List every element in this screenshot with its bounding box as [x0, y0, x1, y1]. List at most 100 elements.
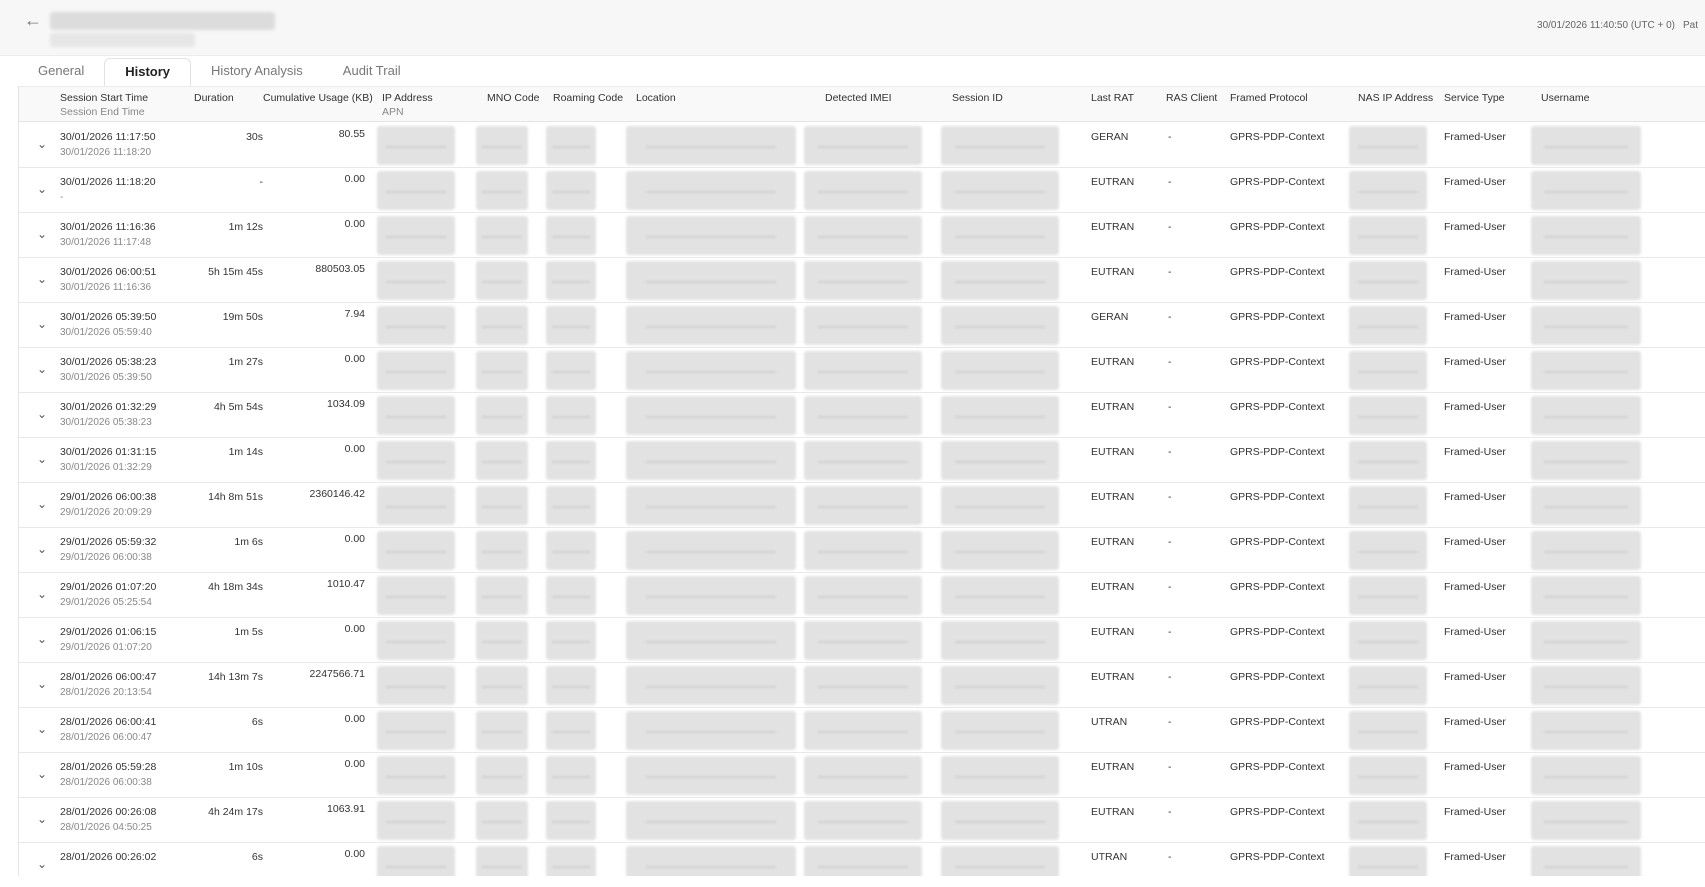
chevron-down-icon[interactable]: ⌄ [35, 632, 49, 646]
col-mno[interactable]: MNO Code [487, 92, 540, 104]
redacted-ip [377, 261, 455, 300]
table-row[interactable]: ⌄ 29/01/2026 06:00:38 29/01/2026 20:09:29 1… [19, 483, 1705, 528]
col-apn: APN [382, 106, 404, 118]
redacted-imei [804, 126, 922, 165]
table-row[interactable]: ⌄ 28/01/2026 00:26:02 6s 0.00 UTRAN - GPRS-PDP… [19, 843, 1705, 876]
cell-ras-client: - [1168, 806, 1172, 818]
cell-last-rat: GERAN [1091, 311, 1129, 323]
col-session-id[interactable]: Session ID [952, 92, 1003, 104]
cell-usage: 1010.47 [327, 578, 365, 590]
redacted-location [626, 126, 796, 165]
redacted-mno [476, 261, 528, 300]
cell-service-type: Framed-User [1444, 716, 1506, 728]
chevron-down-icon[interactable]: ⌄ [35, 362, 49, 376]
redacted-mno [476, 666, 528, 705]
table-row[interactable]: ⌄ 30/01/2026 11:18:20 - - 0.00 EUTRAN - GPRS-PD… [19, 168, 1705, 213]
cell-usage: 880503.05 [315, 263, 365, 275]
table-row[interactable]: ⌄ 28/01/2026 06:00:47 28/01/2026 20:13:54 1… [19, 663, 1705, 708]
cell-service-type: Framed-User [1444, 806, 1506, 818]
chevron-down-icon[interactable]: ⌄ [35, 767, 49, 781]
table-row[interactable]: ⌄ 28/01/2026 06:00:41 28/01/2026 06:00:47 6… [19, 708, 1705, 753]
cell-service-type: Framed-User [1444, 581, 1506, 593]
col-last-rat[interactable]: Last RAT [1091, 92, 1134, 104]
cell-service-type: Framed-User [1444, 491, 1506, 503]
col-duration[interactable]: Duration [194, 92, 234, 104]
chevron-down-icon[interactable]: ⌄ [35, 407, 49, 421]
chevron-down-icon[interactable]: ⌄ [35, 677, 49, 691]
chevron-down-icon[interactable]: ⌄ [35, 317, 49, 331]
table-row[interactable]: ⌄ 30/01/2026 01:32:29 30/01/2026 05:38:23 4… [19, 393, 1705, 438]
col-framed-protocol[interactable]: Framed Protocol [1230, 92, 1308, 104]
cell-service-type: Framed-User [1444, 266, 1506, 278]
tab-audit-trail[interactable]: Audit Trail [323, 58, 421, 86]
chevron-down-icon[interactable]: ⌄ [35, 542, 49, 556]
redacted-mno [476, 486, 528, 525]
redacted-username [1531, 216, 1641, 255]
col-location[interactable]: Location [636, 92, 676, 104]
table-row[interactable]: ⌄ 30/01/2026 06:00:51 30/01/2026 11:16:36 5… [19, 258, 1705, 303]
chevron-down-icon[interactable]: ⌄ [35, 452, 49, 466]
redacted-session-id [941, 486, 1059, 525]
cell-framed-protocol: GPRS-PDP-Context [1230, 581, 1325, 593]
table-row[interactable]: ⌄ 28/01/2026 00:26:08 28/01/2026 04:50:25 4… [19, 798, 1705, 843]
col-session-times[interactable]: Session Start Time Session End Time [60, 92, 148, 118]
col-username[interactable]: Username [1541, 92, 1589, 104]
cell-session-start: 30/01/2026 11:18:20 [60, 176, 156, 188]
history-table: Session Start Time Session End Time Dura… [18, 86, 1705, 876]
chevron-down-icon[interactable]: ⌄ [35, 272, 49, 286]
redacted-imei [804, 441, 922, 480]
chevron-down-icon[interactable]: ⌄ [35, 587, 49, 601]
redacted-nas-ip [1349, 801, 1427, 840]
chevron-down-icon[interactable]: ⌄ [35, 857, 49, 871]
table-row[interactable]: ⌄ 30/01/2026 05:38:23 30/01/2026 05:39:50 1… [19, 348, 1705, 393]
arrow-left-icon[interactable]: ← [24, 10, 46, 30]
redacted-imei [804, 756, 922, 795]
col-roaming[interactable]: Roaming Code [553, 92, 623, 104]
cell-usage: 7.94 [344, 308, 365, 320]
chevron-down-icon[interactable]: ⌄ [35, 137, 49, 151]
redacted-nas-ip [1349, 126, 1427, 165]
cell-last-rat: EUTRAN [1091, 221, 1135, 233]
redacted-username [1531, 756, 1641, 795]
redacted-ip [377, 171, 455, 210]
chevron-down-icon[interactable]: ⌄ [35, 812, 49, 826]
table-row[interactable]: ⌄ 29/01/2026 05:59:32 29/01/2026 06:00:38 1… [19, 528, 1705, 573]
table-row[interactable]: ⌄ 30/01/2026 11:17:50 30/01/2026 11:18:20 3… [19, 123, 1705, 168]
cell-session-start: 29/01/2026 01:07:20 [60, 581, 157, 593]
cell-ras-client: - [1168, 131, 1172, 143]
table-row[interactable]: ⌄ 29/01/2026 01:07:20 29/01/2026 05:25:54 4… [19, 573, 1705, 618]
table-row[interactable]: ⌄ 30/01/2026 01:31:15 30/01/2026 01:32:29 1… [19, 438, 1705, 483]
col-imei[interactable]: Detected IMEI [825, 92, 892, 104]
chevron-down-icon[interactable]: ⌄ [35, 182, 49, 196]
col-usage[interactable]: Cumulative Usage (KB) [263, 92, 373, 104]
table-row[interactable]: ⌄ 30/01/2026 11:16:36 30/01/2026 11:17:48 1… [19, 213, 1705, 258]
redacted-location [626, 666, 796, 705]
redacted-location [626, 486, 796, 525]
col-nas-ip[interactable]: NAS IP Address [1358, 92, 1433, 104]
col-service-type[interactable]: Service Type [1444, 92, 1505, 104]
redacted-ip [377, 846, 455, 876]
cell-framed-protocol: GPRS-PDP-Context [1230, 176, 1325, 188]
cell-session-start: 30/01/2026 11:16:36 [60, 221, 156, 233]
redacted-imei [804, 711, 922, 750]
chevron-down-icon[interactable]: ⌄ [35, 497, 49, 511]
cell-usage: 0.00 [344, 353, 365, 365]
tab-general[interactable]: General [18, 58, 104, 86]
cell-framed-protocol: GPRS-PDP-Context [1230, 311, 1325, 323]
cell-session-end: 28/01/2026 06:00:38 [60, 777, 152, 788]
tab-history-analysis[interactable]: History Analysis [191, 58, 323, 86]
table-row[interactable]: ⌄ 28/01/2026 05:59:28 28/01/2026 06:00:38 1… [19, 753, 1705, 798]
tab-history[interactable]: History [104, 58, 192, 86]
cell-service-type: Framed-User [1444, 851, 1506, 863]
cell-service-type: Framed-User [1444, 131, 1506, 143]
chevron-down-icon[interactable]: ⌄ [35, 722, 49, 736]
table-row[interactable]: ⌄ 29/01/2026 01:06:15 29/01/2026 01:07:20 1… [19, 618, 1705, 663]
cell-last-rat: EUTRAN [1091, 446, 1135, 458]
table-row[interactable]: ⌄ 30/01/2026 05:39:50 30/01/2026 05:59:40 1… [19, 303, 1705, 348]
redacted-mno [476, 351, 528, 390]
col-ip-apn[interactable]: IP Address APN [382, 92, 433, 118]
cell-session-start: 30/01/2026 06:00:51 [60, 266, 157, 278]
cell-session-times: 29/01/2026 06:00:38 29/01/2026 20:09:29 [60, 491, 156, 518]
chevron-down-icon[interactable]: ⌄ [35, 227, 49, 241]
col-ras-client[interactable]: RAS Client [1166, 92, 1217, 104]
